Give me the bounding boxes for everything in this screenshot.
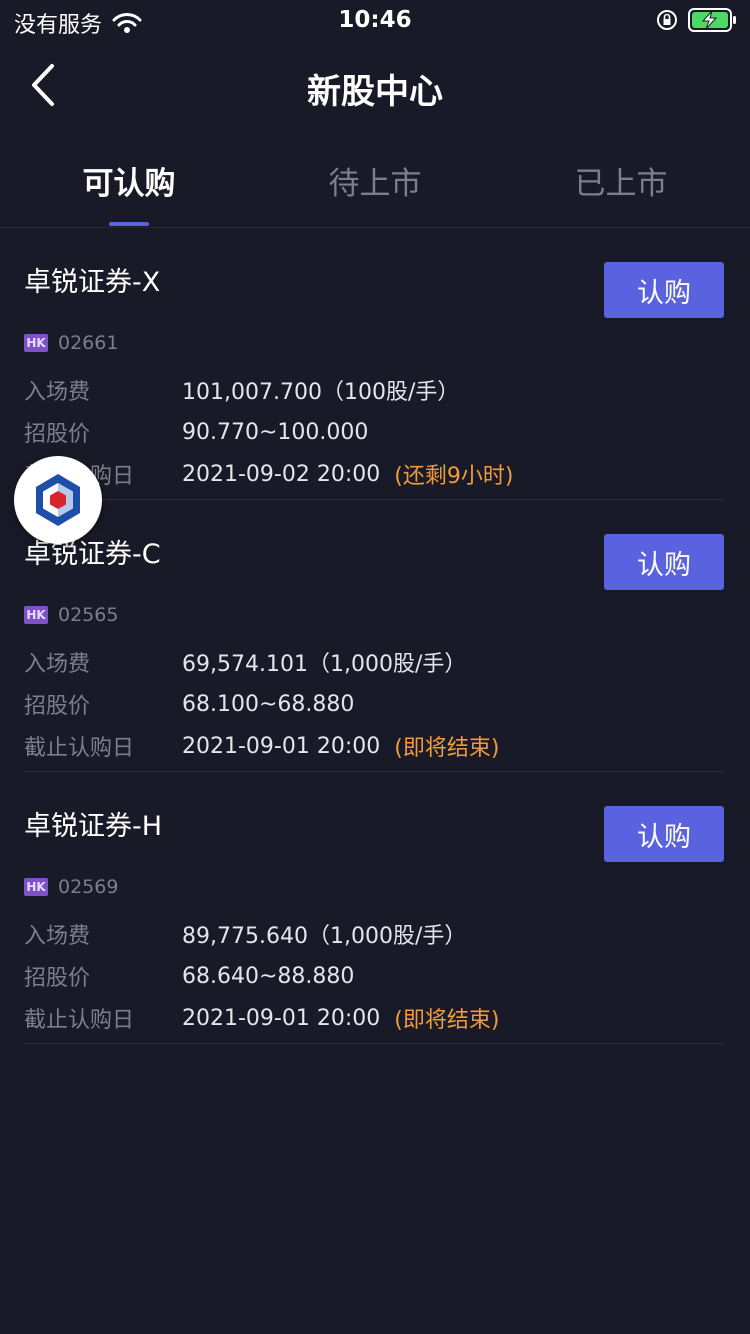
page-title: 新股中心: [307, 72, 443, 112]
fee-value: 101,007.700（100股/手）: [182, 380, 460, 405]
deadline-row: 截止认购日 2021-09-01 20:00 (即将结束): [24, 1003, 500, 1034]
deadline-row: 截止认购日 2021-09-01 20:00 (即将结束): [24, 731, 500, 762]
stock-code-row: HK 02661: [24, 332, 118, 354]
stock-name: 卓锐证券-X: [24, 267, 161, 298]
ipo-card: 卓锐证券-X 认购 HK 02661 入场费 101,007.700（100股/…: [24, 228, 724, 500]
stock-code: 02569: [58, 876, 119, 898]
tab-upcoming[interactable]: 待上市: [250, 158, 500, 203]
deadline-label: 截止认购日: [24, 1008, 135, 1033]
fee-value: 69,574.101（1,000股/手）: [182, 652, 467, 677]
ipo-card: 卓锐证券-C 认购 HK 02565 入场费 69,574.101（1,000股…: [24, 500, 724, 772]
status-bar: 没有服务 10:46: [0, 0, 750, 42]
orientation-lock-icon: [657, 10, 677, 30]
price-row: 招股价 90.770~100.000: [24, 417, 369, 448]
stock-name: 卓锐证券-H: [24, 811, 163, 842]
price-label: 招股价: [24, 694, 91, 719]
fee-row: 入场费 101,007.700（100股/手）: [24, 375, 459, 405]
floating-logo-button[interactable]: [14, 456, 102, 544]
subscribe-button[interactable]: 认购: [604, 262, 724, 318]
status-right: [656, 8, 738, 32]
price-row: 招股价 68.100~68.880: [24, 689, 355, 720]
fee-label: 入场费: [24, 652, 91, 677]
deadline-note: (还剩9小时): [394, 464, 514, 489]
price-value: 68.640~88.880: [182, 963, 355, 989]
ipo-card: 卓锐证券-H 认购 HK 02569 入场费 89,775.640（1,000股…: [24, 772, 724, 1044]
fee-row: 入场费 89,775.640（1,000股/手）: [24, 919, 466, 949]
subscribe-button[interactable]: 认购: [604, 806, 724, 862]
market-badge: HK: [24, 878, 48, 896]
deadline-note: (即将结束): [394, 736, 500, 761]
stock-code: 02661: [58, 332, 119, 354]
tab-listed[interactable]: 已上市: [496, 158, 746, 203]
stock-code-row: HK 02565: [24, 604, 118, 626]
price-label: 招股价: [24, 966, 91, 991]
deadline-note: (即将结束): [394, 1008, 500, 1033]
fee-value: 89,775.640（1,000股/手）: [182, 924, 467, 949]
battery-charging-icon: [688, 8, 736, 32]
price-row: 招股价 68.640~88.880: [24, 961, 355, 992]
market-badge: HK: [24, 606, 48, 624]
subscribe-button[interactable]: 认购: [604, 534, 724, 590]
status-time: 10:46: [338, 7, 412, 33]
deadline-label: 截止认购日: [24, 736, 135, 761]
fee-row: 入场费 69,574.101（1,000股/手）: [24, 647, 466, 677]
deadline-value: 2021-09-01 20:00: [182, 733, 381, 759]
stock-code-row: HK 02569: [24, 876, 118, 898]
stock-code: 02565: [58, 604, 119, 626]
deadline-value: 2021-09-01 20:00: [182, 1005, 381, 1031]
price-label: 招股价: [24, 422, 91, 447]
tab-active-indicator: [109, 222, 149, 226]
deadline-value: 2021-09-02 20:00: [182, 461, 381, 487]
nav-bar: 新股中心: [0, 42, 750, 130]
price-value: 68.100~68.880: [182, 691, 355, 717]
tab-subscribable[interactable]: 可认购: [4, 158, 254, 203]
tab-bar: 可认购 待上市 已上市: [0, 140, 750, 228]
price-value: 90.770~100.000: [182, 419, 369, 445]
fee-label: 入场费: [24, 380, 91, 405]
fee-label: 入场费: [24, 924, 91, 949]
market-badge: HK: [24, 334, 48, 352]
app-logo-icon: [36, 474, 80, 526]
